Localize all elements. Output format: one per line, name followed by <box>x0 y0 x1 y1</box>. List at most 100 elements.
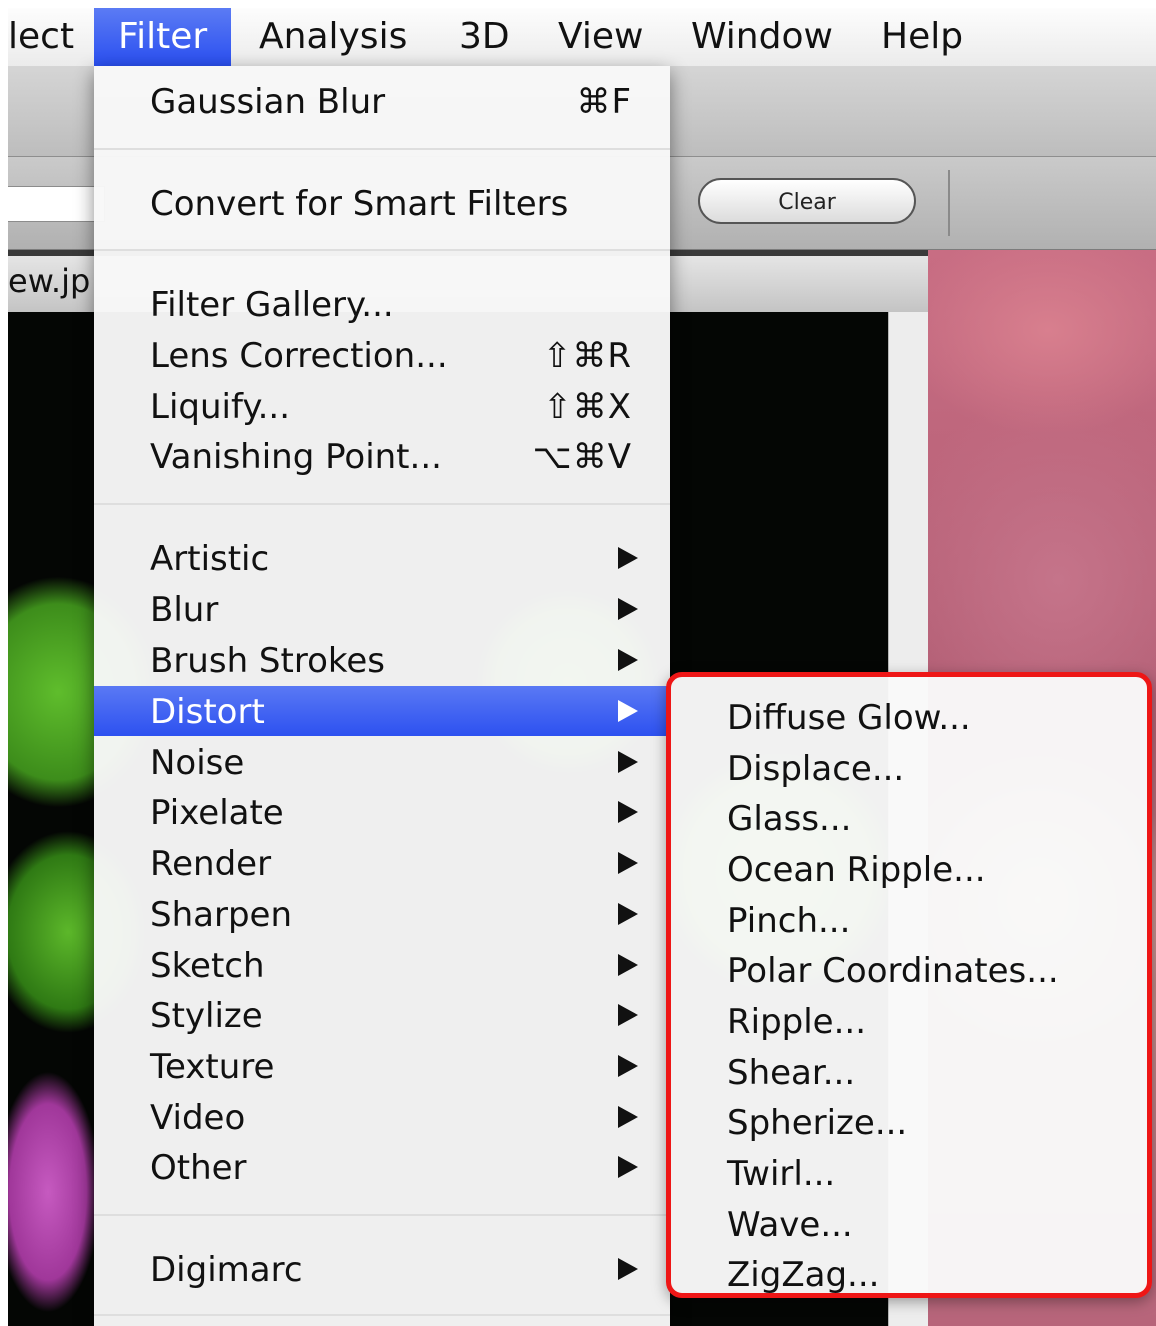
toolbar-divider <box>948 170 950 236</box>
menu-item-render[interactable]: Render <box>94 838 670 888</box>
menu-item-label: Shear... <box>727 1053 856 1093</box>
menu-item-video[interactable]: Video <box>94 1092 670 1142</box>
menu-item-label: Wave... <box>727 1205 853 1245</box>
submenu-arrow-icon <box>618 1004 638 1026</box>
menu-item-blur[interactable]: Blur <box>94 584 670 634</box>
menu-item-label: Blur <box>150 590 219 630</box>
submenu-arrow-icon <box>618 547 638 569</box>
menu-item-stylize[interactable]: Stylize <box>94 990 670 1040</box>
submenu-item-pinch[interactable]: Pinch... <box>671 895 1147 945</box>
submenu-arrow-icon <box>618 649 638 671</box>
submenu-arrow-icon <box>618 903 638 925</box>
menu-item-label: Noise <box>150 743 245 783</box>
menu-separator <box>94 1214 670 1216</box>
menu-separator <box>94 503 670 505</box>
menu-filter[interactable]: Filter <box>94 8 232 66</box>
menu-item-label: Ocean Ripple... <box>727 850 986 890</box>
menu-item-label: Artistic <box>150 539 270 579</box>
menu-item-texture[interactable]: Texture <box>94 1041 670 1091</box>
menu-item-gaussian-blur[interactable]: Gaussian Blur ⌘F <box>94 76 670 126</box>
submenu-item-zigzag[interactable]: ZigZag... <box>671 1249 1147 1299</box>
distort-submenu: Diffuse Glow... Displace... Glass... Oce… <box>666 672 1152 1298</box>
menu-item-other[interactable]: Other <box>94 1142 670 1192</box>
submenu-arrow-icon <box>618 852 638 874</box>
menu-window[interactable]: Window <box>691 8 833 66</box>
submenu-item-spherize[interactable]: Spherize... <box>671 1097 1147 1147</box>
submenu-arrow-icon <box>618 954 638 976</box>
menu-separator <box>94 249 670 251</box>
menu-item-label: Sharpen <box>150 895 292 935</box>
submenu-item-ripple[interactable]: Ripple... <box>671 996 1147 1046</box>
menu-item-label: Diffuse Glow... <box>727 698 971 738</box>
submenu-arrow-icon <box>618 700 638 722</box>
submenu-arrow-icon <box>618 1156 638 1178</box>
submenu-arrow-icon <box>618 1258 638 1280</box>
submenu-arrow-icon <box>618 801 638 823</box>
menu-item-label: Polar Coordinates... <box>727 951 1059 991</box>
menu-item-label: Spherize... <box>727 1103 908 1143</box>
submenu-item-twirl[interactable]: Twirl... <box>671 1148 1147 1198</box>
menu-item-label: Other <box>150 1148 247 1188</box>
menu-item-label: Vanishing Point... <box>150 437 442 477</box>
menu-item-label: ZigZag... <box>727 1255 880 1295</box>
menu-item-label: Liquify... <box>150 387 291 427</box>
menu-item-label: Sketch <box>150 946 265 986</box>
menu-separator <box>94 148 670 150</box>
menu-item-label: Distort <box>150 692 265 732</box>
menu-item-brush-strokes[interactable]: Brush Strokes <box>94 635 670 685</box>
submenu-arrow-icon <box>618 751 638 773</box>
menu-help[interactable]: Help <box>881 8 963 66</box>
menu-select[interactable]: lect <box>8 8 74 66</box>
menu-item-convert-smart-filters[interactable]: Convert for Smart Filters <box>94 178 670 228</box>
submenu-item-shear[interactable]: Shear... <box>671 1047 1147 1097</box>
menu-item-label: Video <box>150 1098 246 1138</box>
menu-item-label: Lens Correction... <box>150 336 448 376</box>
menu-item-shortcut: ⇧⌘R <box>542 336 632 376</box>
submenu-arrow-icon <box>618 598 638 620</box>
menu-3d[interactable]: 3D <box>459 8 510 66</box>
submenu-item-polar-coordinates[interactable]: Polar Coordinates... <box>671 945 1147 995</box>
menu-item-lens-correction[interactable]: Lens Correction... ⇧⌘R <box>94 330 670 380</box>
menu-analysis[interactable]: Analysis <box>259 8 407 66</box>
submenu-arrow-icon <box>618 1106 638 1128</box>
clear-button[interactable]: Clear <box>698 178 916 224</box>
menu-item-vanishing-point[interactable]: Vanishing Point... ⌥⌘V <box>94 431 670 481</box>
menu-item-label: Digimarc <box>150 1250 303 1290</box>
menu-item-sharpen[interactable]: Sharpen <box>94 889 670 939</box>
submenu-item-glass[interactable]: Glass... <box>671 793 1147 843</box>
menu-item-pixelate[interactable]: Pixelate <box>94 787 670 837</box>
menu-item-label: Ripple... <box>727 1002 867 1042</box>
filter-menu: Gaussian Blur ⌘F Convert for Smart Filte… <box>94 66 670 1326</box>
menu-item-label: Pinch... <box>727 901 851 941</box>
menu-item-label: Convert for Smart Filters <box>150 184 569 224</box>
submenu-item-ocean-ripple[interactable]: Ocean Ripple... <box>671 844 1147 894</box>
submenu-arrow-icon <box>618 1055 638 1077</box>
submenu-item-displace[interactable]: Displace... <box>671 743 1147 793</box>
menu-item-shortcut: ⌥⌘V <box>532 437 632 477</box>
menu-bar: lect Filter Analysis 3D View Window Help <box>8 8 1156 67</box>
menu-item-noise[interactable]: Noise <box>94 737 670 787</box>
menu-item-label: Gaussian Blur <box>150 82 386 122</box>
menu-item-distort[interactable]: Distort <box>94 686 670 736</box>
menu-item-label: Render <box>150 844 272 884</box>
options-input-field[interactable] <box>8 186 105 222</box>
menu-item-label: Pixelate <box>150 793 284 833</box>
menu-view[interactable]: View <box>558 8 643 66</box>
menu-item-label: Filter Gallery... <box>150 285 394 325</box>
menu-item-filter-gallery[interactable]: Filter Gallery... <box>94 279 670 329</box>
menu-item-label: Displace... <box>727 749 905 789</box>
menu-item-label: Twirl... <box>727 1154 836 1194</box>
menu-item-digimarc[interactable]: Digimarc <box>94 1244 670 1294</box>
submenu-item-wave[interactable]: Wave... <box>671 1199 1147 1249</box>
menu-item-label: Glass... <box>727 799 852 839</box>
menu-separator <box>94 1314 670 1316</box>
document-title: ew.jp <box>8 262 91 300</box>
menu-item-artistic[interactable]: Artistic <box>94 533 670 583</box>
submenu-item-diffuse-glow[interactable]: Diffuse Glow... <box>671 692 1147 742</box>
menu-item-label: Brush Strokes <box>150 641 385 681</box>
menu-item-liquify[interactable]: Liquify... ⇧⌘X <box>94 381 670 431</box>
menu-item-shortcut: ⇧⌘X <box>543 387 632 427</box>
menu-item-sketch[interactable]: Sketch <box>94 940 670 990</box>
menu-item-label: Texture <box>150 1047 275 1087</box>
menu-item-label: Stylize <box>150 996 263 1036</box>
